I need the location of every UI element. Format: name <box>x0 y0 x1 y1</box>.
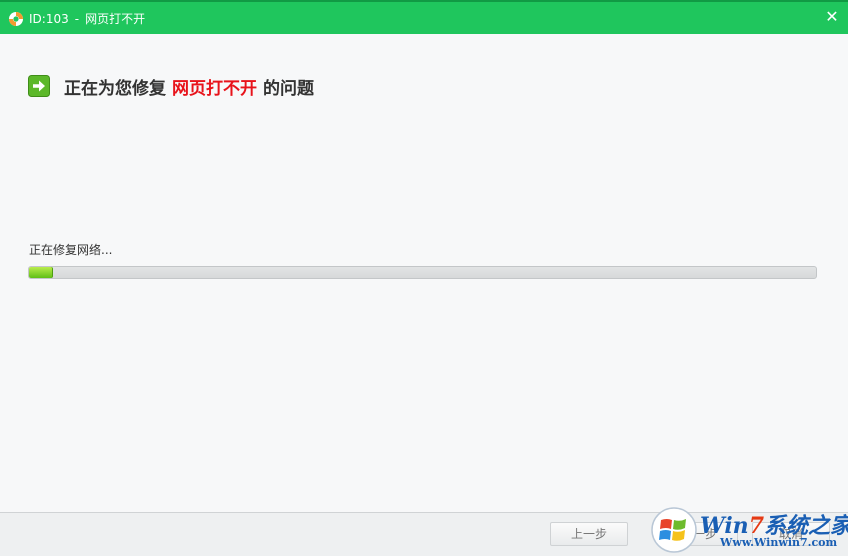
heading-prefix: 正在为您修复 <box>64 78 166 99</box>
heading-problem-name: 网页打不开 <box>172 78 257 99</box>
footer-bar: 上一步 下一步 取消 <box>0 512 848 556</box>
lifebuoy-icon <box>9 12 23 26</box>
window-title-label: 网页打不开 <box>85 12 146 26</box>
cancel-button[interactable]: 取消 <box>752 522 830 546</box>
progress-bar <box>28 266 817 279</box>
next-step-button[interactable]: 下一步 <box>660 522 738 546</box>
window-title: ID:103- 网页打不开 <box>29 11 145 27</box>
progress-status: 正在修复网络... <box>29 243 113 257</box>
arrow-right-icon <box>28 75 50 97</box>
heading-suffix: 的问题 <box>263 78 314 99</box>
heading-text: 正在为您修复 网页打不开 的问题 <box>64 74 314 99</box>
window-id: ID:103 <box>29 12 69 26</box>
repair-heading: 正在为您修复 网页打不开 的问题 <box>28 74 314 99</box>
progress-fill <box>29 267 53 278</box>
title-separator: - <box>74 12 80 26</box>
prev-step-button[interactable]: 上一步 <box>550 522 628 546</box>
title-bar: ID:103- 网页打不开 ✕ <box>0 0 848 34</box>
close-icon[interactable]: ✕ <box>824 8 840 26</box>
main-panel: 正在为您修复 网页打不开 的问题 正在修复网络... <box>0 34 848 512</box>
